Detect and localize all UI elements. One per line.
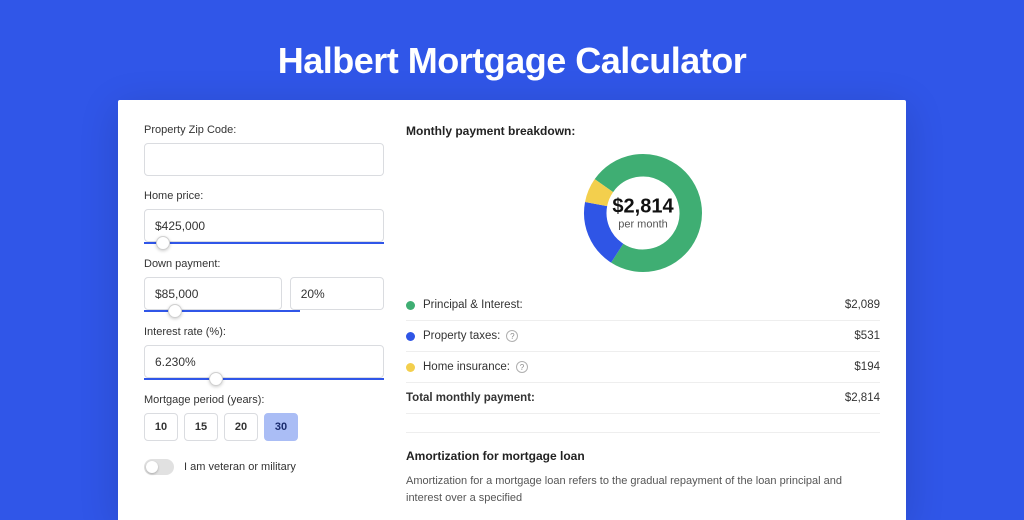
legend-row-2: Home insurance:?$194 <box>406 352 880 383</box>
home-price-group: Home price: <box>144 190 384 244</box>
down-payment-percent-input[interactable] <box>290 277 384 310</box>
zip-field-group: Property Zip Code: <box>144 124 384 176</box>
period-group: Mortgage period (years): 10152030 <box>144 394 384 441</box>
interest-slider-thumb[interactable] <box>209 372 223 386</box>
home-price-slider-thumb[interactable] <box>156 236 170 250</box>
legend-label: Home insurance:? <box>423 361 854 373</box>
legend-label: Property taxes:? <box>423 330 854 342</box>
down-payment-slider[interactable] <box>144 310 300 312</box>
down-payment-amount-input[interactable] <box>144 277 282 310</box>
legend-row-0: Principal & Interest:$2,089 <box>406 290 880 321</box>
page-title: Halbert Mortgage Calculator <box>0 0 1024 100</box>
period-button-30[interactable]: 30 <box>264 413 298 441</box>
donut-center: $2,814 per month <box>612 196 673 231</box>
veteran-row: I am veteran or military <box>144 459 384 475</box>
legend: Principal & Interest:$2,089Property taxe… <box>406 290 880 383</box>
veteran-toggle[interactable] <box>144 459 174 475</box>
inputs-panel: Property Zip Code: Home price: Down paym… <box>144 124 384 510</box>
total-value: $2,814 <box>845 392 880 404</box>
interest-label: Interest rate (%): <box>144 326 384 338</box>
period-buttons: 10152030 <box>144 413 384 441</box>
home-price-input[interactable] <box>144 209 384 242</box>
home-price-label: Home price: <box>144 190 384 202</box>
amortization-section: Amortization for mortgage loan Amortizat… <box>406 432 880 506</box>
zip-label: Property Zip Code: <box>144 124 384 136</box>
help-icon[interactable]: ? <box>516 361 528 373</box>
legend-row-1: Property taxes:?$531 <box>406 321 880 352</box>
home-price-slider[interactable] <box>144 242 384 244</box>
period-label: Mortgage period (years): <box>144 394 384 406</box>
donut-sub: per month <box>612 219 673 231</box>
calculator-card: Property Zip Code: Home price: Down paym… <box>118 100 906 520</box>
interest-slider[interactable] <box>144 378 384 380</box>
period-button-15[interactable]: 15 <box>184 413 218 441</box>
interest-input[interactable] <box>144 345 384 378</box>
legend-dot <box>406 332 415 341</box>
amortization-title: Amortization for mortgage loan <box>406 449 880 463</box>
period-button-20[interactable]: 20 <box>224 413 258 441</box>
down-payment-slider-thumb[interactable] <box>168 304 182 318</box>
legend-dot <box>406 301 415 310</box>
legend-dot <box>406 363 415 372</box>
help-icon[interactable]: ? <box>506 330 518 342</box>
donut-chart: $2,814 per month <box>406 150 880 276</box>
legend-label: Principal & Interest: <box>423 299 845 311</box>
breakdown-panel: Monthly payment breakdown: $2,814 per mo… <box>406 124 880 510</box>
zip-input[interactable] <box>144 143 384 176</box>
interest-group: Interest rate (%): <box>144 326 384 380</box>
period-button-10[interactable]: 10 <box>144 413 178 441</box>
amortization-text: Amortization for a mortgage loan refers … <box>406 473 880 506</box>
legend-value: $531 <box>854 330 880 342</box>
down-payment-group: Down payment: <box>144 258 384 312</box>
legend-value: $194 <box>854 361 880 373</box>
total-label: Total monthly payment: <box>406 392 845 404</box>
donut-amount: $2,814 <box>612 196 673 219</box>
down-payment-label: Down payment: <box>144 258 384 270</box>
breakdown-title: Monthly payment breakdown: <box>406 124 880 138</box>
legend-value: $2,089 <box>845 299 880 311</box>
total-row: Total monthly payment: $2,814 <box>406 383 880 414</box>
veteran-label: I am veteran or military <box>184 461 296 473</box>
